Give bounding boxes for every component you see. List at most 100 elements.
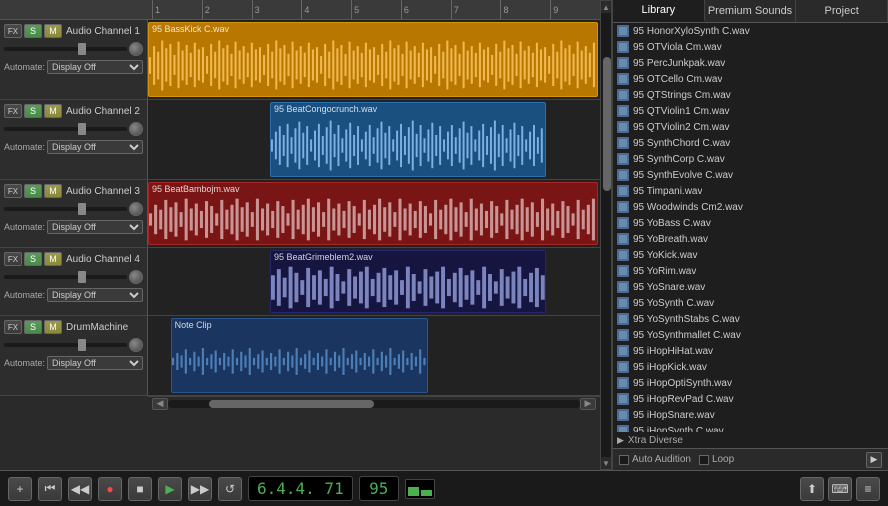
cycle-button[interactable]: ↺ [218,477,242,501]
scroll-track[interactable] [168,400,580,408]
fader-handle-3[interactable] [78,203,86,215]
fader-track-2[interactable] [4,127,127,131]
vscroll-up-btn[interactable]: ▲ [601,1,611,13]
library-item-25[interactable]: 95 iHopSynth C.wav [613,423,888,432]
tracks-vertical-scrollbar[interactable]: ▲ ▼ [600,0,612,470]
library-item-11[interactable]: 95 Woodwinds Cm2.wav [613,199,888,215]
rewind-button[interactable]: ⏮ [38,477,62,501]
library-item-12[interactable]: 95 YoBass C.wav [613,215,888,231]
s-button-1[interactable]: S [24,24,42,38]
library-footer-right-btn[interactable]: ▶ [866,452,882,468]
fader-handle-2[interactable] [78,123,86,135]
scroll-left-btn[interactable]: ◀ [152,398,168,410]
s-button-5[interactable]: S [24,320,42,334]
vscroll-thumb[interactable] [603,57,611,190]
library-item-20[interactable]: 95 iHopHiHat.wav [613,343,888,359]
m-button-2[interactable]: M [44,104,62,118]
clip-4[interactable]: 95 BeatGrimeblem2.wav [270,250,546,313]
library-item-0[interactable]: 95 HonorXyloSynth C.wav [613,23,888,39]
record-button[interactable]: ● [98,477,122,501]
settings-button[interactable]: ≡ [856,477,880,501]
library-item-17[interactable]: 95 YoSynth C.wav [613,295,888,311]
tab-project[interactable]: Project [796,0,888,22]
library-item-24[interactable]: 95 iHopSnare.wav [613,407,888,423]
track-content-1[interactable]: 95 BassKick C.wav [148,20,600,99]
library-item-23[interactable]: 95 iHopRevPad C.wav [613,391,888,407]
stop-button[interactable]: ■ [128,477,152,501]
library-item-6[interactable]: 95 QTViolin2 Cm.wav [613,119,888,135]
clip-2[interactable]: 95 BeatCongocrunch.wav [270,102,546,177]
automate-select-5[interactable]: Display Off [47,356,143,370]
fader-handle-4[interactable] [78,271,86,283]
library-item-21[interactable]: 95 iHopKick.wav [613,359,888,375]
fader-handle-5[interactable] [78,339,86,351]
pan-knob-3[interactable] [129,202,143,216]
automate-select-3[interactable]: Display Off [47,220,143,234]
fader-track-5[interactable] [4,343,127,347]
m-button-5[interactable]: M [44,320,62,334]
vscroll-down-btn[interactable]: ▼ [601,457,611,469]
library-item-10[interactable]: 95 Timpani.wav [613,183,888,199]
tab-library[interactable]: Library [613,0,705,22]
s-button-4[interactable]: S [24,252,42,266]
keyboard-button[interactable]: ⌨ [828,477,852,501]
library-item-4[interactable]: 95 QTStrings Cm.wav [613,87,888,103]
back-button[interactable]: ◀◀ [68,477,92,501]
library-item-1[interactable]: 95 OTViola Cm.wav [613,39,888,55]
automate-select-4[interactable]: Display Off [47,288,143,302]
forward-button[interactable]: ▶▶ [188,477,212,501]
fader-track-3[interactable] [4,207,127,211]
track-content-5[interactable]: Note Clip [148,316,600,395]
tab-premium-sounds[interactable]: Premium Sounds [705,0,797,22]
library-item-13[interactable]: 95 YoBreath.wav [613,231,888,247]
m-button-3[interactable]: M [44,184,62,198]
clip-5[interactable]: Note Clip [171,318,429,393]
scroll-thumb[interactable] [209,400,374,408]
library-item-3[interactable]: 95 OTCello Cm.wav [613,71,888,87]
auto-audition-checkbox[interactable] [619,455,629,465]
library-item-7[interactable]: 95 SynthChord C.wav [613,135,888,151]
pan-knob-2[interactable] [129,122,143,136]
automate-select-2[interactable]: Display Off [47,140,143,154]
pan-knob-1[interactable] [129,42,143,56]
clip-3[interactable]: 95 BeatBambojm.wav [148,182,598,245]
fx-button-2[interactable]: FX [4,104,22,118]
library-item-2[interactable]: 95 PercJunkpak.wav [613,55,888,71]
export-button[interactable]: ⬆ [800,477,824,501]
fx-button-1[interactable]: FX [4,24,22,38]
add-track-button[interactable]: + [8,477,32,501]
library-item-8[interactable]: 95 SynthCorp C.wav [613,151,888,167]
play-button[interactable]: ▶ [158,477,182,501]
library-item-22[interactable]: 95 iHopOptiSynth.wav [613,375,888,391]
m-button-1[interactable]: M [44,24,62,38]
fader-handle-1[interactable] [78,43,86,55]
fader-track-4[interactable] [4,275,127,279]
scroll-right-btn[interactable]: ▶ [580,398,596,410]
track-content-3[interactable]: 95 BeatBambojm.wav [148,180,600,247]
loop-checkbox[interactable] [699,455,709,465]
loop-area[interactable]: Loop [699,454,734,465]
automate-select-1[interactable]: Display Off [47,60,143,74]
fx-button-4[interactable]: FX [4,252,22,266]
library-item-9[interactable]: 95 SynthEvolve C.wav [613,167,888,183]
clip-1[interactable]: 95 BassKick C.wav [148,22,598,97]
pan-knob-4[interactable] [129,270,143,284]
fader-track-1[interactable] [4,47,127,51]
horizontal-scrollbar[interactable]: ◀ ▶ [148,396,600,410]
library-item-15[interactable]: 95 YoRim.wav [613,263,888,279]
track-content-4[interactable]: 95 BeatGrimeblem2.wav [148,248,600,315]
library-folder[interactable]: ▶ Xtra Diverse [613,432,888,448]
auto-audition-area[interactable]: Auto Audition [619,454,691,465]
library-item-16[interactable]: 95 YoSnare.wav [613,279,888,295]
s-button-3[interactable]: S [24,184,42,198]
pan-knob-5[interactable] [129,338,143,352]
library-item-5[interactable]: 95 QTViolin1 Cm.wav [613,103,888,119]
m-button-4[interactable]: M [44,252,62,266]
s-button-2[interactable]: S [24,104,42,118]
library-item-19[interactable]: 95 YoSynthmallet C.wav [613,327,888,343]
track-content-2[interactable]: 95 BeatCongocrunch.wav [148,100,600,179]
library-item-14[interactable]: 95 YoKick.wav [613,247,888,263]
fx-button-3[interactable]: FX [4,184,22,198]
library-item-18[interactable]: 95 YoSynthStabs C.wav [613,311,888,327]
fx-button-5[interactable]: FX [4,320,22,334]
